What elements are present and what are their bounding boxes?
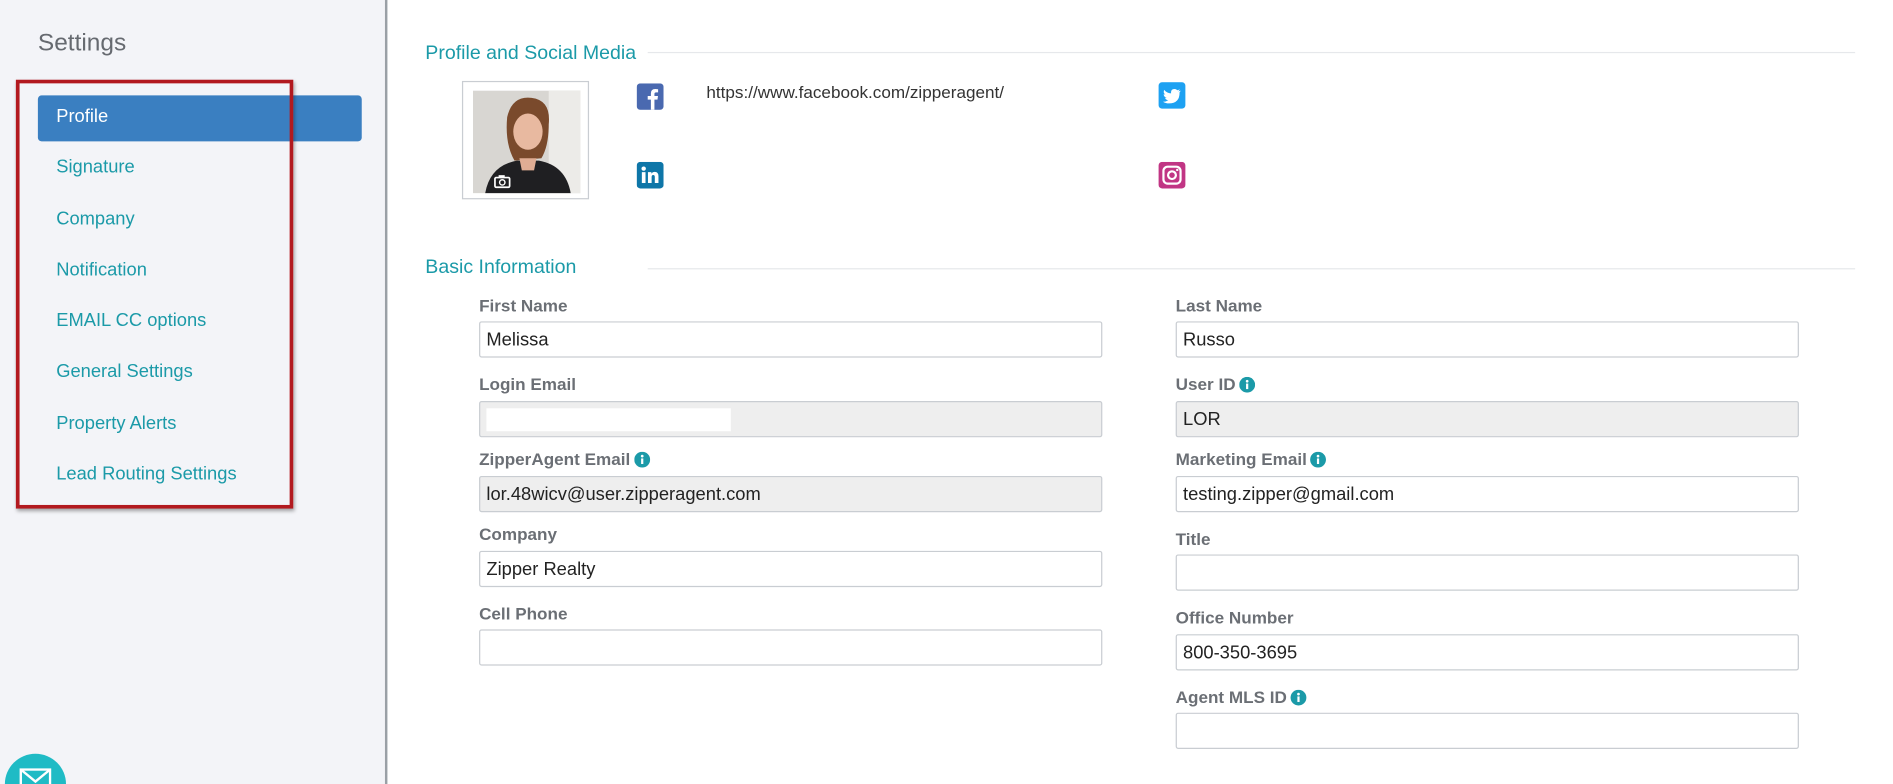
profile-photo-upload[interactable] — [461, 80, 590, 200]
user-id-input[interactable] — [1175, 401, 1799, 438]
title-input[interactable] — [1175, 554, 1799, 591]
company-input[interactable] — [479, 550, 1103, 588]
settings-sidebar: Settings Profile Signature Company Notif… — [0, 0, 388, 784]
twitter-icon[interactable] — [1158, 82, 1186, 109]
info-icon[interactable] — [1290, 689, 1307, 706]
title-label: Title — [1175, 529, 1211, 549]
cell-phone-label: Cell Phone — [479, 604, 568, 624]
info-icon[interactable] — [1310, 451, 1327, 468]
office-number-input[interactable] — [1175, 634, 1799, 671]
last-name-input[interactable] — [1175, 321, 1799, 358]
info-icon[interactable] — [633, 451, 650, 468]
marketing-email-input[interactable] — [1175, 475, 1799, 513]
company-label: Company — [479, 524, 558, 544]
agent-mls-id-input[interactable] — [1175, 712, 1799, 749]
first-name-label: First Name — [479, 295, 568, 316]
agent-mls-id-label-text: Agent MLS ID — [1175, 687, 1287, 707]
zipperagent-email-label: ZipperAgent Email — [479, 449, 650, 469]
last-name-label: Last Name — [1175, 295, 1263, 316]
user-id-label-text: User ID — [1175, 374, 1236, 394]
facebook-url[interactable]: https://www.facebook.com/zipperagent/ — [706, 82, 1004, 101]
info-icon[interactable] — [1239, 376, 1256, 393]
zipperagent-email-input[interactable] — [479, 475, 1103, 513]
login-email-redaction — [486, 408, 731, 432]
first-name-input[interactable] — [479, 321, 1103, 358]
cell-phone-input[interactable] — [479, 629, 1103, 666]
office-number-label: Office Number — [1175, 607, 1294, 627]
profile-section-divider — [647, 51, 1856, 54]
profile-section-title: Profile and Social Media — [425, 43, 637, 65]
sidebar-title: Settings — [37, 30, 127, 57]
user-id-label: User ID — [1175, 374, 1256, 394]
settings-page: Settings Profile Signature Company Notif… — [0, 0, 1893, 784]
marketing-email-label-text: Marketing Email — [1175, 449, 1307, 469]
mail-icon — [19, 768, 52, 784]
basic-info-section-divider — [647, 268, 1856, 270]
zipperagent-email-label-text: ZipperAgent Email — [479, 449, 631, 469]
agent-mls-id-label: Agent MLS ID — [1175, 687, 1307, 707]
login-email-label: Login Email — [479, 374, 577, 394]
facebook-icon[interactable] — [636, 83, 664, 110]
nav-highlight-box — [15, 79, 294, 509]
chat-button[interactable] — [4, 753, 66, 784]
marketing-email-label: Marketing Email — [1175, 449, 1327, 469]
avatar — [472, 90, 581, 194]
linkedin-icon[interactable] — [636, 161, 664, 189]
instagram-icon[interactable] — [1158, 161, 1186, 189]
basic-info-section-title: Basic Information — [425, 257, 577, 278]
camera-icon[interactable] — [494, 174, 511, 189]
